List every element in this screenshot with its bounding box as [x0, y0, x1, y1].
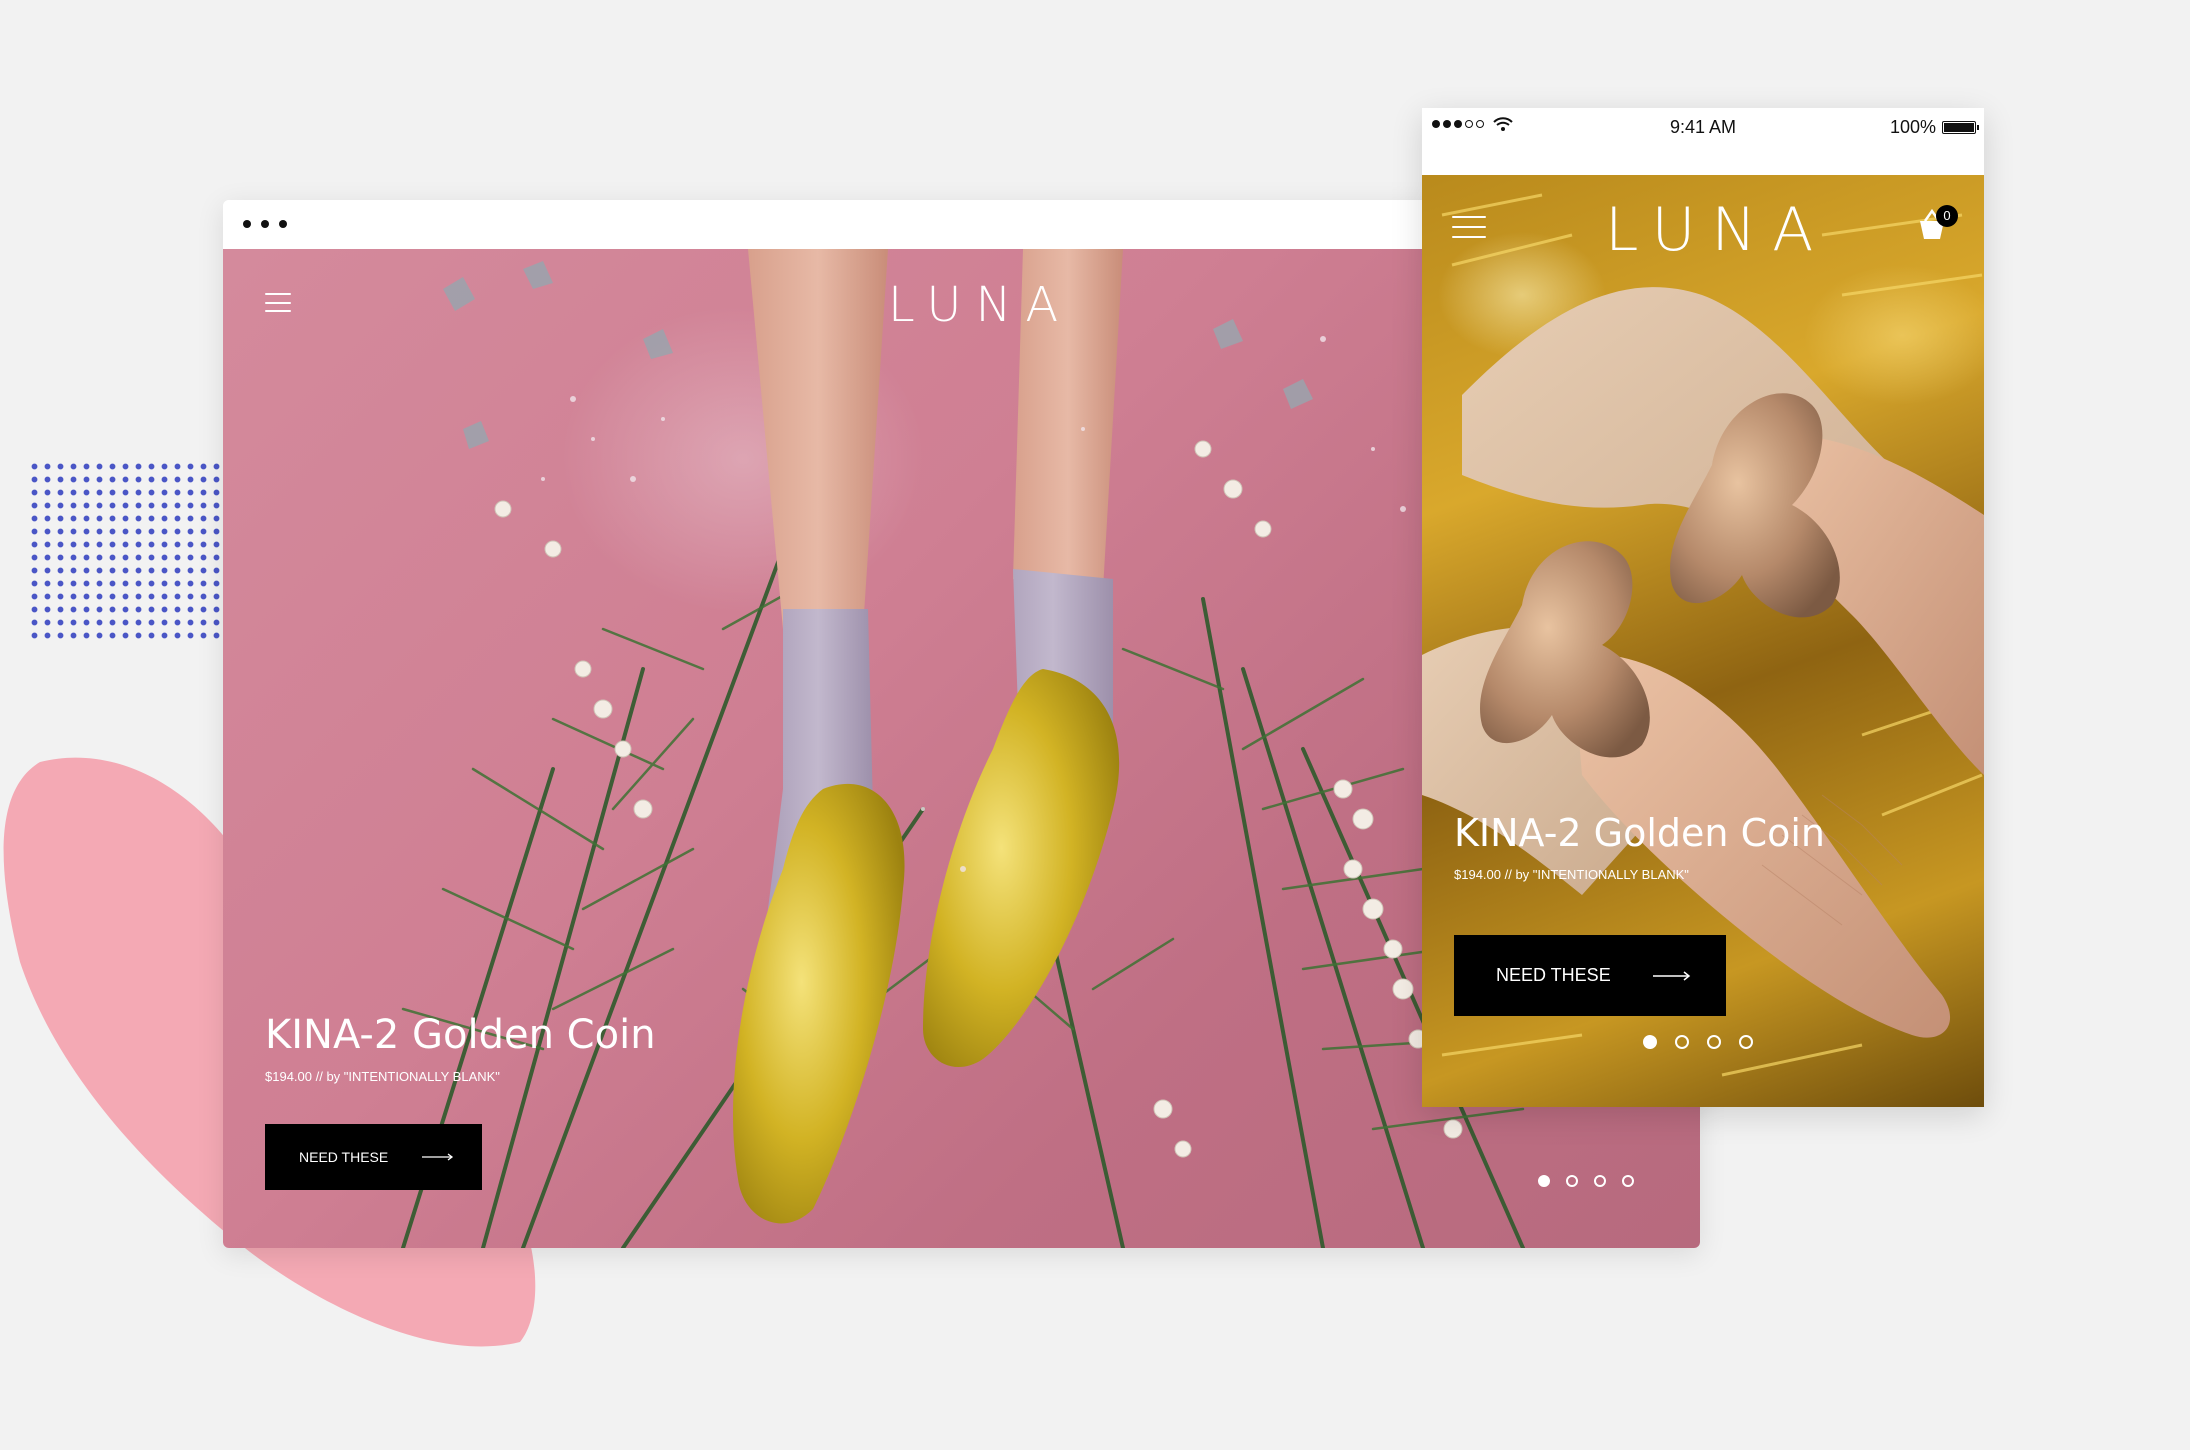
product-title: KINA-2 Golden Coin [265, 1012, 656, 1058]
need-these-label: NEED THESE [1496, 965, 1611, 985]
slide-dot[interactable] [1622, 1175, 1634, 1187]
slide-dot[interactable] [1538, 1175, 1550, 1187]
arrow-right-icon [422, 1153, 454, 1161]
need-these-label: NEED THESE [299, 1149, 389, 1165]
slide-dot[interactable] [1675, 1035, 1689, 1049]
slide-dot[interactable] [1594, 1175, 1606, 1187]
battery-percent: 100% [1889, 117, 1936, 137]
menu-icon[interactable] [265, 293, 291, 312]
window-dot[interactable] [261, 220, 269, 228]
window-dot[interactable] [243, 220, 251, 228]
mobile-device-frame: 9:41 AM 100% LUNA 0 KINA-2 Golden Coin $… [1422, 108, 1984, 1107]
slide-pagination [1538, 1175, 1634, 1187]
cart-count-badge: 0 [1936, 205, 1958, 227]
arrow-right-icon [1652, 970, 1690, 981]
product-subtitle: $194.00 // by "INTENTIONALLY BLANK" [1454, 867, 1689, 882]
slide-dot[interactable] [1643, 1035, 1657, 1049]
window-controls[interactable] [243, 220, 287, 228]
brand-logo[interactable]: LUNA [888, 277, 1072, 333]
slide-dot[interactable] [1566, 1175, 1578, 1187]
battery-indicator: 100% [1889, 117, 1979, 138]
slide-pagination [1643, 1035, 1753, 1049]
battery-icon [1942, 121, 1979, 134]
menu-icon[interactable] [1452, 216, 1486, 238]
slide-dot[interactable] [1707, 1035, 1721, 1049]
need-these-button[interactable]: NEED THESE [265, 1124, 482, 1190]
status-bar: 9:41 AM 100% [1422, 108, 1984, 175]
window-dot[interactable] [279, 220, 287, 228]
need-these-button[interactable]: NEED THESE [1454, 935, 1726, 1016]
mobile-hero-banner: LUNA 0 KINA-2 Golden Coin $194.00 // by … [1422, 175, 1984, 1107]
product-subtitle: $194.00 // by "INTENTIONALLY BLANK" [265, 1069, 500, 1084]
slide-dot[interactable] [1739, 1035, 1753, 1049]
product-title: KINA-2 Golden Coin [1454, 811, 1826, 855]
brand-logo[interactable]: LUNA [1605, 195, 1829, 265]
